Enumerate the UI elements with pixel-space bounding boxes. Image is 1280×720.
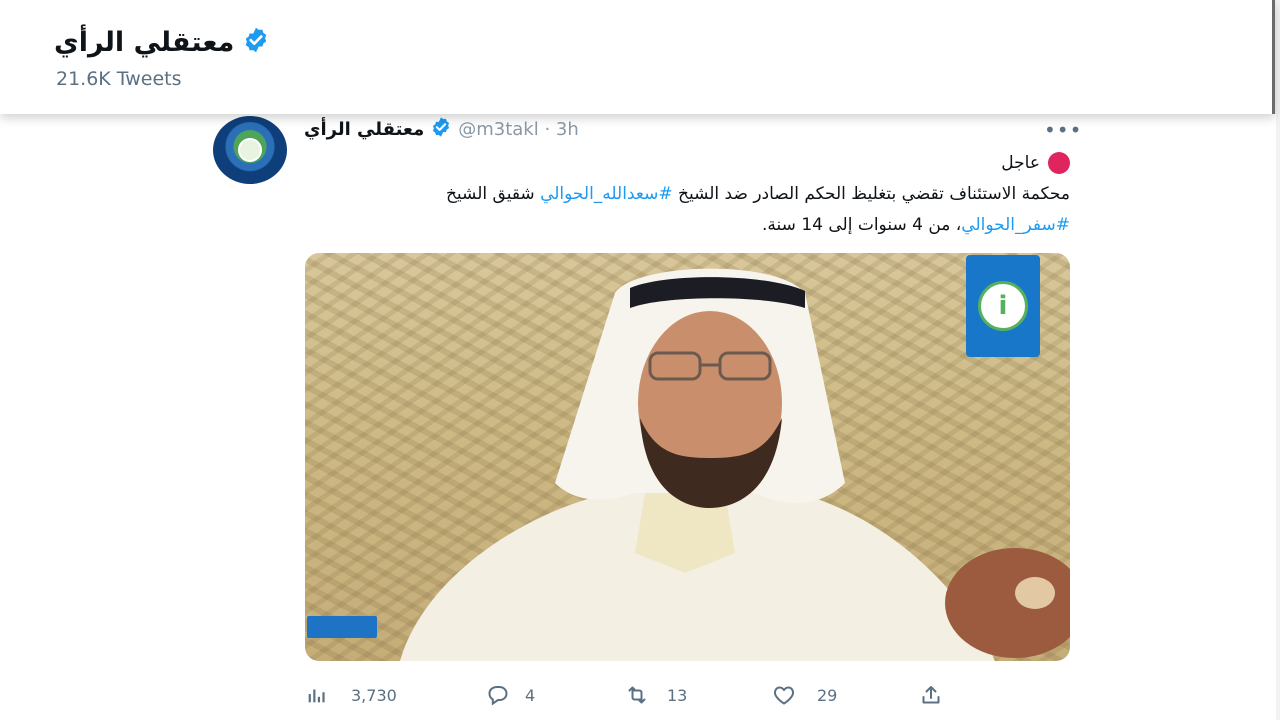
reply-count: 4 (525, 685, 536, 705)
tweet-line1-tail: شقيق الشيخ (445, 184, 541, 204)
avatar[interactable] (213, 116, 287, 184)
reply-icon (488, 686, 508, 706)
hashtag-link[interactable]: #سفر_الحوالي (961, 215, 1070, 235)
retweet-action[interactable]: 13 (623, 680, 687, 710)
retweet-count: 13 (667, 685, 688, 705)
hashtag-link[interactable]: #سعدالله_الحوالي (540, 184, 673, 204)
like-count: 29 (817, 685, 838, 705)
tweet-line2-text: ، من 4 سنوات إلى 14 سنة. (762, 215, 962, 235)
tweet-handle-time[interactable]: @m3takl · 3h (458, 119, 579, 140)
urgent-label: عاجل (1001, 153, 1040, 173)
tweet-text: عاجل محكمة الاستئناف تقضي بتغليظ الحكم ا… (350, 148, 1070, 241)
profile-header: معتقلي الرأي 21.6K Tweets (0, 0, 1275, 114)
avatar-logo-icon (238, 138, 262, 162)
person-figure (400, 268, 1070, 661)
profile-name-row: معتقلي الرأي (54, 26, 270, 58)
share-icon (922, 686, 940, 704)
views-icon (308, 689, 325, 703)
tweet-line1-text: محكمة الاستئناف تقضي بتغليظ الحكم الصادر… (672, 184, 1070, 204)
verified-badge-icon (242, 26, 270, 58)
tweet-line-2: #سفر_الحوالي، من 4 سنوات إلى 14 سنة. (350, 210, 1070, 241)
profile-name: معتقلي الرأي (54, 26, 235, 58)
channel-logo-icon: i (966, 255, 1040, 357)
tweet-urgent-line: عاجل (350, 148, 1070, 179)
red-circle-icon (1048, 152, 1070, 174)
tweet-media[interactable]: i (305, 253, 1070, 661)
tweet-header: معتقلي الرأي @m3takl · 3h (304, 116, 579, 143)
views-count: 3,730 (351, 685, 397, 705)
views-action[interactable]: 3,730 (305, 680, 397, 710)
like-icon (774, 686, 794, 705)
more-icon[interactable]: ••• (1044, 118, 1082, 142)
tweet-author-name[interactable]: معتقلي الرأي (304, 119, 424, 140)
tweet-line-1: محكمة الاستئناف تقضي بتغليظ الحكم الصادر… (350, 179, 1070, 210)
media-watermark-tag (307, 616, 377, 638)
verified-badge-icon (430, 116, 452, 143)
reply-action[interactable]: 4 (485, 680, 535, 710)
share-action[interactable] (919, 680, 943, 710)
tweet-actions: 3,730 4 13 29 (305, 680, 965, 710)
retweet-icon (628, 686, 646, 704)
like-action[interactable]: 29 (771, 680, 837, 710)
tweet-count: 21.6K Tweets (56, 68, 182, 90)
